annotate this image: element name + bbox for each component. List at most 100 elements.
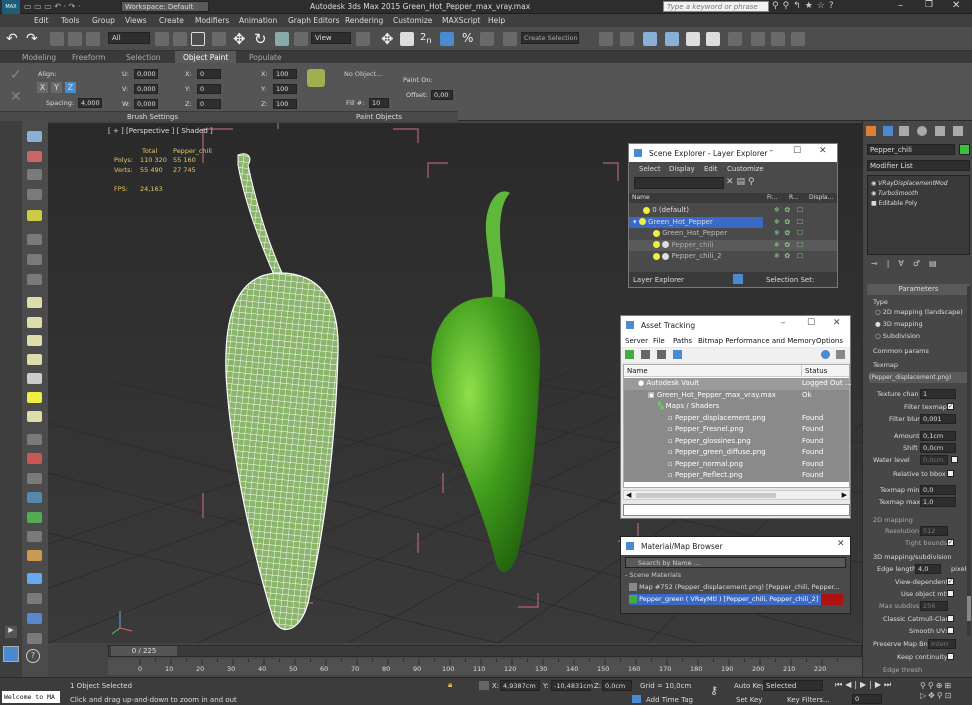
layer-explorer-dropdown[interactable]: Layer Explorer [633, 276, 684, 284]
material-row[interactable]: Map #752 (Pepper_displacement.png) [Pepp… [629, 582, 843, 593]
asset-row[interactable]: ▫ Pepper_normal.png Found [624, 458, 849, 470]
tree-row[interactable]: Green_Hot_Pepper ❄ ✿ ☐ [629, 228, 837, 240]
bind-spacewarp-icon[interactable] [86, 32, 100, 46]
sphere-icon[interactable] [27, 411, 42, 422]
parameters-rollout-header[interactable]: Parameters [867, 284, 970, 295]
tree-row[interactable]: Pepper_chili ❄ ✿ ☐ [629, 239, 837, 251]
minimize-button[interactable]: – [898, 0, 903, 11]
options-icon[interactable] [27, 633, 42, 644]
grid-icon[interactable] [673, 350, 682, 359]
edit-named-selection-icon[interactable] [503, 32, 517, 46]
scale-icon[interactable] [275, 32, 289, 46]
asset-row[interactable]: ● Autodesk Vault Logged Out ... [624, 378, 852, 390]
resolution-field[interactable]: 512 [920, 526, 948, 536]
auto-key-button[interactable]: Auto Key [734, 682, 765, 690]
material-row[interactable]: Pepper_green ( VRayMtl ) [Pepper_chili, … [629, 594, 843, 605]
menu-server[interactable]: Server [625, 337, 648, 345]
col-name[interactable]: Name [632, 193, 650, 203]
modify-tab-icon[interactable] [883, 126, 893, 136]
lock-icon[interactable]: 🔒︎ [448, 680, 452, 690]
leaf-icon[interactable] [27, 512, 42, 523]
help-icon[interactable] [821, 350, 830, 359]
tab-freeform[interactable]: Freeform [72, 53, 105, 62]
menu-paths[interactable]: Paths [673, 337, 692, 345]
scene-toolbar-icons[interactable]: ✕▤⚲ [726, 177, 758, 187]
spacing-field[interactable]: 4,000 [78, 98, 102, 108]
smooth-uvs-checkbox[interactable] [947, 627, 954, 634]
menu-help[interactable]: Help [488, 16, 505, 25]
schematic-view-icon[interactable] [728, 32, 742, 46]
render-production-icon[interactable] [791, 32, 805, 46]
scroll-left-icon[interactable]: ◀ [626, 491, 631, 499]
hierarchy-icon[interactable] [27, 189, 42, 200]
material-search-input[interactable]: Search by Name ... [625, 557, 846, 568]
viewport-nav-icons[interactable]: ⚲⚲⊕⊞ ▷✥⚲⊡ [920, 681, 970, 703]
hemisphere-icon[interactable] [27, 317, 42, 328]
footer-icons[interactable] [733, 274, 743, 284]
menu-bitmap[interactable]: Bitmap Performance and Memory [698, 337, 816, 345]
helper-icon[interactable] [27, 254, 42, 265]
max-subdivs-field[interactable]: 256 [920, 601, 948, 611]
select-manipulate-icon[interactable]: ✥ [381, 30, 394, 48]
stack-controls[interactable]: ⊸|∀♂▤ [871, 259, 967, 271]
spacewarp-icon[interactable] [27, 274, 42, 285]
key-mode-dropdown[interactable]: Selected [763, 680, 823, 691]
asset-tracking-titlebar[interactable]: Asset Tracking – ☐ ✕ [621, 316, 850, 334]
spinner-snap-icon[interactable] [480, 32, 494, 46]
reference-coord-dropdown[interactable]: View [311, 32, 351, 44]
light-icon[interactable] [27, 210, 42, 221]
align-icon[interactable] [620, 32, 634, 46]
select-object-icon[interactable] [155, 32, 169, 46]
redo-icon[interactable]: ↷ [26, 31, 38, 47]
pivot-center-icon[interactable] [356, 32, 370, 46]
minimize-button[interactable]: – [769, 146, 774, 156]
bone-icon[interactable] [27, 531, 42, 542]
teapot-icon[interactable] [27, 131, 42, 142]
menu-group[interactable]: Group [92, 16, 115, 25]
menu-create[interactable]: Create [159, 16, 184, 25]
brush-settings-bar[interactable]: Brush Settings [0, 111, 336, 121]
axis-x-button[interactable]: X [37, 82, 48, 93]
col-freeze[interactable]: Fr... [767, 193, 778, 203]
expand-arrow-icon[interactable]: ▶ [5, 626, 17, 638]
ball-icon[interactable] [27, 550, 42, 561]
type-option-2d[interactable]: ○ 2D mapping (landscape) [875, 308, 963, 316]
search-input[interactable]: Type a keyword or phrase [663, 1, 769, 12]
filter-blur-field[interactable]: 0,001 [920, 414, 956, 424]
view-dependent-checkbox[interactable]: ✓ [947, 578, 954, 585]
col-name[interactable]: Name [627, 365, 648, 377]
tab-selection[interactable]: Selection [126, 53, 161, 62]
transform-mode-icon[interactable] [479, 681, 489, 690]
scale-y-field[interactable]: 100 [273, 84, 297, 94]
tree-row[interactable]: Pepper_chili_2 ❄ ✿ ☐ [629, 251, 837, 263]
maximize-button[interactable]: ☐ [807, 318, 815, 328]
scale-z-field[interactable]: 100 [273, 99, 297, 109]
time-slider[interactable]: 0 / 225 [108, 645, 862, 657]
axis-z-button[interactable]: Z [65, 82, 76, 93]
current-frame-field[interactable]: 0 [852, 694, 882, 704]
asset-row[interactable]: ▫ Pepper_displacement.png Found [624, 412, 849, 424]
viewport-label[interactable]: [ + ] [Perspective ] [ Shaded ] [108, 127, 213, 135]
w-field[interactable]: 0,000 [134, 99, 158, 109]
window-crossing-icon[interactable] [212, 32, 226, 46]
named-selection-dropdown[interactable]: Create Selection Se [521, 32, 579, 44]
rot-y-field[interactable]: 0 [197, 84, 221, 94]
asset-row[interactable]: ▫ Pepper_Fresnel.png Found [624, 424, 849, 436]
asset-row[interactable]: ▣ Green_Hot_Pepper_max_vray.max Ok [624, 389, 849, 401]
menu-display[interactable]: Display [669, 165, 695, 173]
asset-row[interactable]: ▫ Pepper_glossines.png Found [624, 435, 849, 447]
axis-y-button[interactable]: Y [51, 82, 62, 93]
v-field[interactable]: 0,000 [134, 84, 158, 94]
fill-field[interactable]: 10 [369, 98, 389, 108]
col-render[interactable]: R... [789, 193, 799, 203]
panel-scroll-thumb[interactable] [967, 596, 971, 621]
amount-field[interactable]: 0,1cm [920, 431, 956, 441]
asset-row[interactable]: ▫ Pepper_green_diffuse.png Found [624, 447, 849, 459]
unlink-icon[interactable] [68, 32, 82, 46]
list-icon[interactable] [641, 350, 650, 359]
tab-populate[interactable]: Populate [249, 53, 282, 62]
close-button[interactable]: ✕ [837, 539, 845, 549]
edge-length-field[interactable]: 4,0 [915, 564, 941, 574]
app-logo-icon[interactable]: MAX [2, 0, 20, 14]
maxscript-listener[interactable]: Welcome to MA [2, 691, 60, 703]
